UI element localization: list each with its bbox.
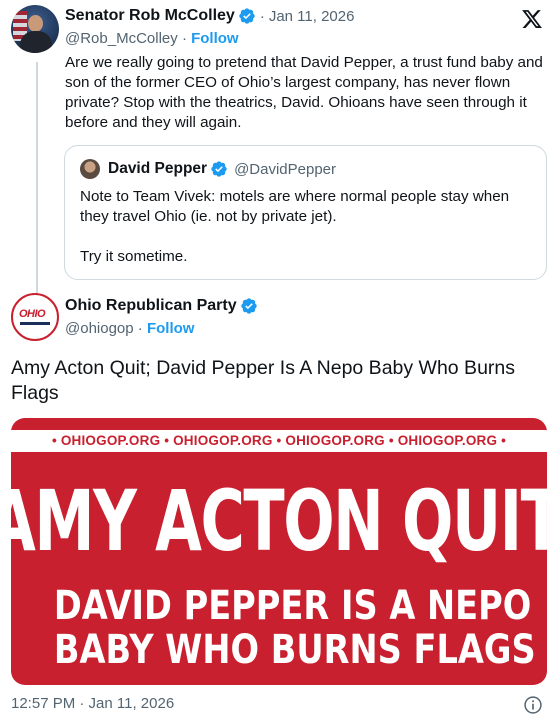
follow-button[interactable]: Follow [191, 30, 239, 47]
tweet-text: Are we really going to pretend that Davi… [65, 54, 543, 131]
info-icon[interactable] [523, 695, 543, 715]
author-handle[interactable]: @ohiogop [65, 320, 134, 337]
image-headline-line1: AMY ACTON QUIT [11, 472, 547, 570]
image-headline-line3: BABY WHO BURNS FLAGS [53, 627, 536, 673]
follow-button[interactable]: Follow [147, 320, 195, 337]
avatar[interactable] [11, 5, 59, 53]
post-timestamp[interactable]: 12:57 PM · Jan 11, 2026 [11, 695, 174, 712]
author-name[interactable]: Ohio Republican Party [65, 297, 237, 315]
avatar-logo-underline [20, 322, 50, 325]
image-url-strip: • OHIOGOP.ORG • OHIOGOP.ORG • OHIOGOP.OR… [11, 430, 547, 452]
quoted-author-name: David Pepper [108, 160, 208, 177]
separator-dot: · [259, 7, 265, 25]
quoted-tweet-text: Note to Team Vivek: motels are where nor… [80, 188, 510, 265]
image-headline-line2: DAVID PEPPER IS A NEPO [53, 583, 532, 629]
handle-row: @Rob_McColley · Follow [65, 30, 239, 47]
x-logo-icon[interactable] [521, 8, 543, 30]
thread-connector-line [36, 62, 38, 294]
tweet-header: Ohio Republican Party [65, 297, 258, 315]
author-handle[interactable]: @Rob_McColley [65, 30, 178, 47]
post-headline: Amy Acton Quit; David Pepper Is A Nepo B… [11, 357, 516, 404]
quoted-tweet-header: David Pepper @DavidPepper [80, 159, 336, 179]
quoted-author-handle: @DavidPepper [234, 160, 337, 178]
author-name[interactable]: Senator Rob McColley [65, 7, 235, 25]
verified-badge-icon [240, 298, 257, 314]
separator-dot: · [181, 30, 192, 47]
avatar-logo-text: OHIO [19, 308, 46, 320]
avatar-body [20, 31, 52, 53]
separator-dot: · [137, 320, 147, 337]
handle-row: @ohiogop · Follow [65, 320, 194, 337]
verified-badge-icon [239, 8, 255, 24]
post-image[interactable]: • OHIOGOP.ORG • OHIOGOP.ORG • OHIOGOP.OR… [11, 418, 547, 685]
verified-badge-icon [211, 161, 227, 177]
quoted-tweet-card[interactable]: David Pepper @DavidPepper Note to Team V… [64, 145, 547, 280]
avatar-head [28, 15, 43, 32]
ohio-gop-avatar[interactable]: OHIO [11, 293, 59, 341]
post-date[interactable]: Jan 11, 2026 [269, 8, 355, 25]
tweet-header: Senator Rob McColley · Jan 11, 2026 [65, 7, 354, 25]
quoted-avatar [80, 159, 100, 179]
